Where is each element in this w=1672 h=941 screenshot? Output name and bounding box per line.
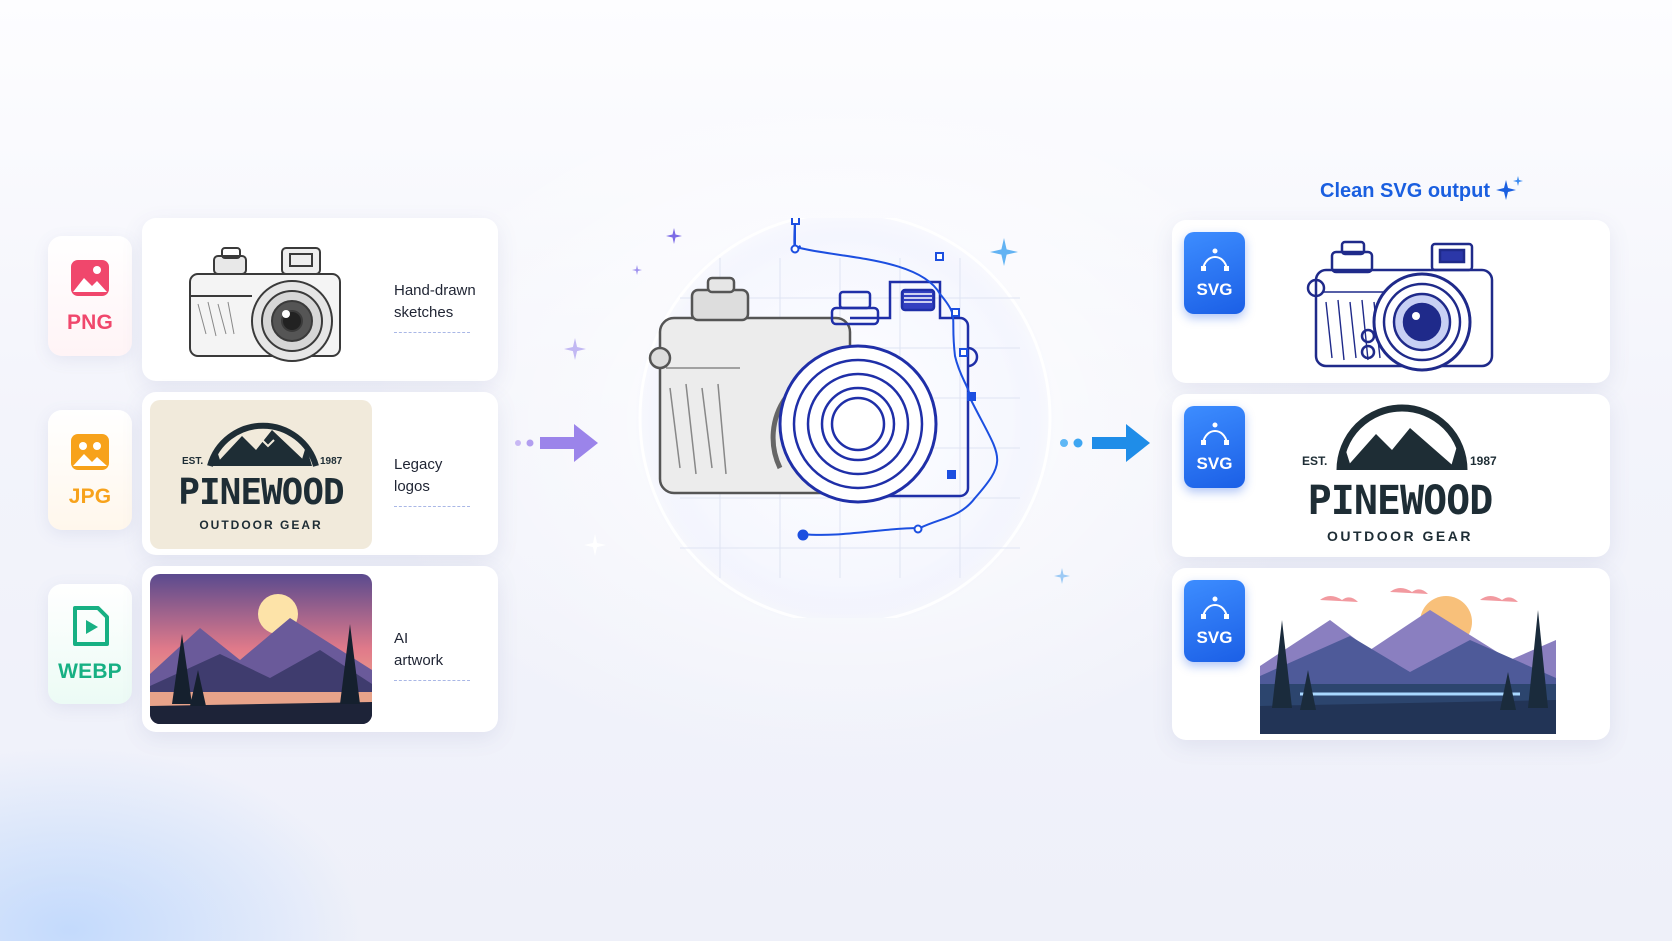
png-format-badge: PNG xyxy=(48,236,132,356)
sparkle-icon xyxy=(1054,568,1070,589)
svg-badge-label: SVG xyxy=(1196,627,1233,647)
sparkle-icon xyxy=(1494,176,1524,211)
vector-path-icon xyxy=(1200,247,1230,276)
caption-line: logos xyxy=(394,478,430,495)
logo-tagline: OUTDOOR GEAR xyxy=(199,518,323,532)
caption-line: AI xyxy=(394,630,409,647)
vector-path-icon xyxy=(1200,421,1230,450)
vector-artwork-image xyxy=(1260,580,1556,739)
logo-year: 1987 xyxy=(320,456,343,467)
logo-name: PINEWOOD xyxy=(178,472,344,513)
caption-line: Hand-drawn xyxy=(394,282,476,299)
badge-label: JPG xyxy=(68,484,112,508)
conversion-visual xyxy=(620,208,1070,628)
input-caption: Legacy logos xyxy=(394,454,486,507)
vector-camera-image xyxy=(1292,224,1502,385)
caption-line: Legacy xyxy=(394,456,443,473)
svg-badge-label: SVG xyxy=(1196,453,1233,473)
logo-year: 1987 xyxy=(1470,454,1497,468)
caption-divider xyxy=(394,680,470,681)
caption-line: artwork xyxy=(394,652,444,669)
logo-est: EST. xyxy=(1302,454,1328,468)
ai-artwork-image xyxy=(150,574,372,724)
caption-divider xyxy=(394,332,470,333)
sparkle-icon xyxy=(564,338,586,365)
input-caption: Hand-drawn sketches xyxy=(394,280,486,333)
vector-logo-image: EST. 1987 PINEWOOD OUTDOOR GEAR xyxy=(1280,398,1520,554)
input-arrow xyxy=(512,418,606,473)
svg-badge-label: SVG xyxy=(1196,279,1233,299)
jpg-format-badge: JPG xyxy=(48,410,132,530)
output-card-logo: SVG EST. 1987 PINEWOOD OUTDOOR GEAR xyxy=(1172,394,1610,557)
input-caption: AI artwork xyxy=(394,628,486,681)
sparkle-icon xyxy=(990,238,1018,271)
sparkle-icon xyxy=(584,534,606,561)
badge-label: PNG xyxy=(66,310,114,334)
input-card-logo: EST. 1987 PINEWOOD OUTDOOR GEAR Legacy l… xyxy=(142,392,498,555)
image-icon xyxy=(69,258,111,303)
input-card-artwork: AI artwork xyxy=(142,566,498,732)
svg-badge: SVG xyxy=(1184,580,1245,662)
output-card-sketch: SVG xyxy=(1172,220,1610,383)
output-card-artwork: SVG xyxy=(1172,568,1610,740)
image-icon xyxy=(69,432,111,477)
svg-badge: SVG xyxy=(1184,406,1245,488)
caption-line: sketches xyxy=(394,304,454,321)
caption-divider xyxy=(394,506,470,507)
webp-format-badge: WEBP xyxy=(48,584,132,704)
sparkle-icon xyxy=(666,228,682,249)
video-play-icon xyxy=(69,605,111,652)
sparkle-icon xyxy=(632,262,642,280)
input-card-sketch: Hand-drawn sketches xyxy=(142,218,498,381)
logo-est: EST. xyxy=(182,456,204,467)
output-arrow xyxy=(1058,418,1158,473)
legacy-logo-image: EST. 1987 PINEWOOD OUTDOOR GEAR xyxy=(150,400,372,549)
output-title: Clean SVG output xyxy=(1320,180,1490,202)
badge-label: WEBP xyxy=(58,659,122,683)
vector-path-icon xyxy=(1200,595,1230,624)
svg-badge: SVG xyxy=(1184,232,1245,314)
logo-tagline: OUTDOOR GEAR xyxy=(1327,528,1473,544)
logo-name: PINEWOOD xyxy=(1307,478,1494,524)
sketch-camera-image xyxy=(162,226,362,374)
